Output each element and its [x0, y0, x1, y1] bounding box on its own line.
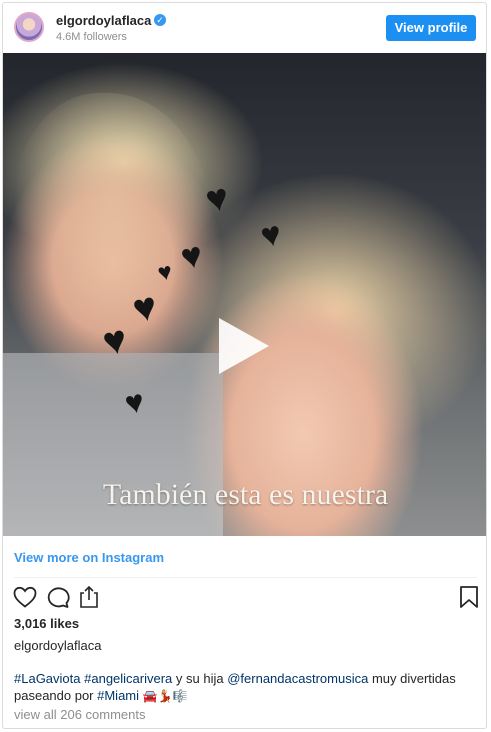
- caption-emojis: 🚘💃🏼🎼: [142, 689, 188, 703]
- video-frame-detail: [13, 93, 213, 353]
- hashtag-link[interactable]: #LaGaviota: [14, 671, 81, 686]
- post-header: elgordoylaflaca ✓ 4.6M followers View pr…: [3, 3, 486, 53]
- view-comments-link[interactable]: view all 206 comments: [14, 707, 146, 722]
- instagram-embed-card: elgordoylaflaca ✓ 4.6M followers View pr…: [2, 2, 487, 729]
- bookmark-icon[interactable]: [459, 586, 479, 608]
- post-video[interactable]: ♥ ♥ ♥ ♥ ♥ ♥ ♥ También esta es nuestra: [3, 53, 486, 536]
- followers-count: 4.6M followers: [56, 31, 127, 43]
- avatar[interactable]: [14, 12, 44, 42]
- share-icon[interactable]: [77, 585, 101, 609]
- hashtag-link[interactable]: #angelicarivera: [84, 671, 172, 686]
- likes-count[interactable]: 3,016 likes: [14, 616, 79, 631]
- verified-badge-icon: ✓: [154, 14, 166, 26]
- comment-icon[interactable]: [46, 586, 70, 608]
- video-text-overlay: También esta es nuestra: [102, 478, 389, 511]
- divider: [14, 577, 477, 578]
- post-username[interactable]: elgordoylaflaca: [14, 638, 101, 653]
- post-caption: #LaGaviota #angelicarivera y su hija @fe…: [14, 670, 474, 705]
- heart-icon[interactable]: [13, 586, 37, 608]
- heart-sticker-icon: ♥: [257, 214, 285, 256]
- caption-text: y su hija: [172, 671, 228, 686]
- hashtag-link[interactable]: #Miami: [97, 688, 139, 703]
- view-more-link[interactable]: View more on Instagram: [14, 550, 164, 565]
- view-profile-button[interactable]: View profile: [386, 15, 476, 41]
- username[interactable]: elgordoylaflaca: [56, 13, 151, 28]
- play-icon[interactable]: [219, 318, 269, 374]
- mention-link[interactable]: @fernandacastromusica: [227, 671, 368, 686]
